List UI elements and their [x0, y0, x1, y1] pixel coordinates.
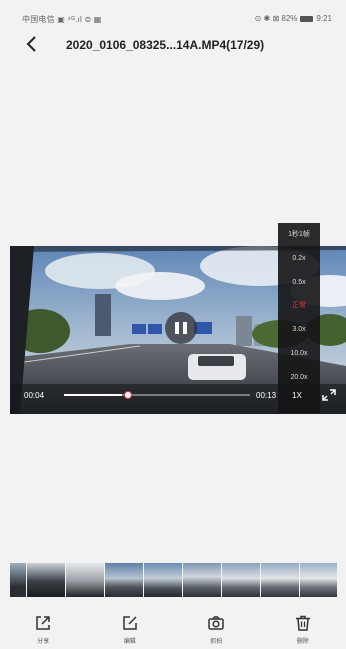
pause-icon: [175, 322, 179, 334]
share-icon: [36, 616, 50, 630]
back-icon[interactable]: [22, 34, 42, 54]
bottom-toolbar: 分享 编辑 抓拍 删除: [0, 604, 346, 649]
progress-fill: [64, 394, 122, 396]
fullscreen-icon[interactable]: [322, 389, 336, 401]
thumbnail[interactable]: [183, 563, 221, 597]
speed-option[interactable]: 0.2x: [278, 247, 320, 271]
delete-button[interactable]: 删除: [260, 604, 346, 649]
thumbnail-strip: [10, 563, 346, 597]
speed-option[interactable]: 20.0x: [278, 366, 320, 390]
share-label: 分享: [37, 639, 50, 645]
status-bar: 中国电信 ▣ ⁴ᴳ.ıl ⊜ ▦ ⊙ ✱ ⊠ 82% 9:21: [0, 0, 346, 26]
pause-button[interactable]: [165, 312, 197, 344]
thumbnail[interactable]: [261, 563, 299, 597]
snapshot-label: 抓拍: [210, 639, 223, 645]
current-time: 00:04: [24, 391, 45, 400]
thumbnail[interactable]: [27, 563, 65, 597]
speed-option[interactable]: 正常: [278, 294, 320, 318]
snapshot-button[interactable]: 抓拍: [173, 604, 260, 649]
status-right: ⊙ ✱ ⊠ 82% 9:21: [255, 14, 332, 23]
edit-icon: [123, 616, 137, 630]
header-bar: 2020_0106_08325...14A.MP4(17/29): [0, 30, 346, 60]
speed-option[interactable]: 1秒1帧: [278, 223, 320, 247]
trash-icon: [295, 615, 310, 631]
thumbnail[interactable]: [105, 563, 143, 597]
edit-button[interactable]: 编辑: [87, 604, 174, 649]
progress-bar[interactable]: [64, 394, 250, 396]
thumbnail[interactable]: [300, 563, 337, 597]
edit-label: 编辑: [123, 639, 136, 645]
speed-option[interactable]: 10.0x: [278, 342, 320, 366]
progress-thumb[interactable]: [124, 391, 132, 399]
page-title: 2020_0106_08325...14A.MP4(17/29): [66, 38, 265, 52]
share-button[interactable]: 分享: [0, 604, 87, 649]
playback-speed-menu: 1秒1帧 0.2x 0.5x 正常 3.0x 10.0x 20.0x: [278, 223, 320, 413]
delete-label: 删除: [296, 639, 309, 645]
status-icons-text: ⊙ ✱ ⊠ 82%: [254, 14, 298, 23]
thumbnail[interactable]: [10, 563, 26, 597]
battery-icon: [300, 15, 314, 22]
speed-option[interactable]: 3.0x: [278, 318, 320, 342]
thumbnail[interactable]: [222, 563, 260, 597]
clock-text: 9:21: [316, 14, 332, 23]
speed-selector[interactable]: 1X: [292, 391, 302, 400]
carrier-signal-text: 中国电信 ▣ ⁴ᴳ.ıl ⊜ ▦: [22, 15, 102, 24]
thumbnail[interactable]: [144, 563, 182, 597]
camera-icon: [208, 616, 224, 630]
total-time: 00:13: [256, 391, 277, 400]
thumbnail[interactable]: [66, 563, 104, 597]
speed-option[interactable]: 0.5x: [278, 271, 320, 295]
